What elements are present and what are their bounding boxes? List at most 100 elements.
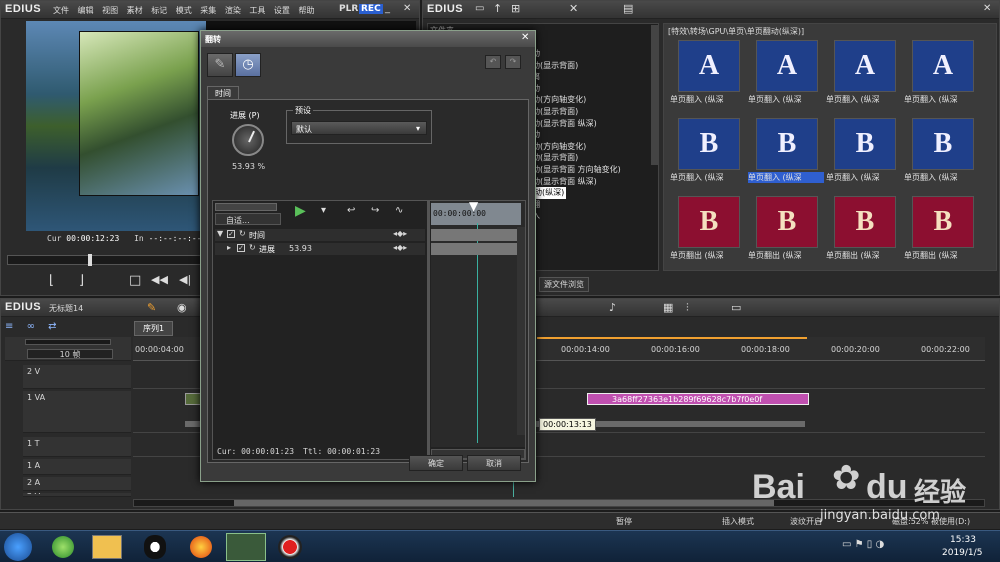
effect-thumbnail[interactable]: B (756, 118, 818, 170)
add-clip-icon[interactable]: ⊞ (511, 2, 520, 15)
camera-icon[interactable]: ◉ (177, 301, 187, 314)
zoom-slider[interactable] (25, 339, 111, 345)
track-2a[interactable]: 2 A (23, 477, 131, 491)
tree-item[interactable]: 动(显示背面 方向轴变化) (532, 164, 621, 176)
folder-icon[interactable]: ▭ (475, 3, 484, 14)
effect-label[interactable]: 单页翻入 (纵深 (904, 172, 980, 183)
qq-icon[interactable] (144, 535, 166, 559)
track-1a[interactable]: 1 A (23, 459, 131, 475)
kf-zoom-slider[interactable] (215, 203, 277, 211)
mic-icon[interactable]: ♪ (609, 301, 616, 314)
kf-v-scrollbar[interactable] (517, 227, 525, 435)
sequence-tab[interactable]: 序列1 (134, 321, 174, 336)
dialog-close-icon[interactable]: ✕ (521, 32, 529, 43)
tree-item[interactable]: 入 (532, 210, 621, 222)
menu-edit[interactable]: 编辑 (78, 6, 94, 15)
tree-item[interactable]: 动 (532, 83, 621, 95)
source-browser-tab[interactable]: 源文件浏览 (539, 277, 589, 292)
kf-track-1[interactable] (431, 229, 521, 241)
stop-icon[interactable]: □ (129, 273, 141, 288)
effect-thumbnail[interactable]: A (678, 40, 740, 92)
explorer-icon[interactable] (92, 535, 122, 559)
close-icon[interactable]: ✕ (403, 3, 411, 14)
step-back-icon[interactable]: ◀| (179, 273, 191, 286)
effect-thumbnail[interactable]: A (912, 40, 974, 92)
effect-label[interactable]: 单页翻入 (纵深 (748, 94, 824, 105)
effect-label[interactable]: 单页翻入 (纵深 (904, 94, 980, 105)
zoom-select[interactable]: 10 帧 (27, 349, 113, 359)
menu-clip[interactable]: 素材 (127, 6, 143, 15)
effect-label[interactable]: 单页翻入 (纵深 (670, 94, 746, 105)
tree-item[interactable]: 动(方向轴变化) (532, 94, 621, 106)
mode-plr-button[interactable]: PLR (339, 4, 358, 14)
menu-view[interactable]: 视图 (102, 6, 118, 15)
menu-mode[interactable]: 模式 (176, 6, 192, 15)
timeline-tool-icon[interactable]: ✎ (147, 301, 156, 314)
rewind-icon[interactable]: ◀◀ (151, 273, 168, 286)
tree-item[interactable]: 离 (532, 71, 621, 83)
h-scroll-thumb[interactable] (234, 500, 774, 506)
effect-thumbnail[interactable]: B (834, 196, 896, 248)
set-out-icon[interactable]: ⌋ (79, 273, 84, 288)
kf-cursor-marker[interactable]: ▼ (469, 199, 478, 213)
menu-settings[interactable]: 设置 (274, 6, 290, 15)
menu-render[interactable]: 渲染 (225, 6, 241, 15)
clip-1va[interactable]: 3a68ff27363e1b289f69628c7b7f0e0f (587, 393, 809, 405)
sync-icon[interactable]: ⇄ (48, 321, 56, 332)
expand-icon[interactable]: ▼ (217, 229, 223, 238)
tree-item[interactable]: 翻 (532, 199, 621, 211)
kf-track-2[interactable] (431, 243, 521, 255)
audio-mixer-icon[interactable]: ⫶ (686, 301, 689, 315)
effect-thumbnail[interactable]: B (912, 118, 974, 170)
set-in-icon[interactable]: ⌊ (49, 273, 54, 288)
link-icon[interactable]: ∞ (27, 321, 35, 332)
effect-thumbnail[interactable]: B (678, 196, 740, 248)
kf-nav-icons[interactable]: ◂◆▸ (393, 229, 407, 238)
effect-thumbnail[interactable]: B (756, 196, 818, 248)
tree-item[interactable]: 动(方向轴变化) (532, 141, 621, 153)
effect-thumbnail[interactable]: B (678, 118, 740, 170)
track-1t[interactable]: 1 T (23, 437, 131, 457)
progress-knob[interactable] (232, 124, 264, 156)
effect-label[interactable]: 单页翻入 (纵深 (670, 172, 746, 183)
play-icon[interactable]: ▶ (295, 203, 306, 219)
effect-label[interactable]: 单页翻入 (纵深 (826, 94, 902, 105)
start-button[interactable] (4, 533, 32, 561)
tree-item[interactable]: 动(显示背面 纵深) (532, 176, 621, 188)
window-icon[interactable]: ▭ (731, 301, 741, 314)
add-keyframe-icon[interactable]: ▾ (321, 205, 326, 216)
kf-nav-icons[interactable]: ◂◆▸ (393, 243, 407, 252)
effect-label[interactable]: 单页翻出 (纵深 (748, 250, 824, 261)
menu-help[interactable]: 帮助 (298, 6, 314, 15)
firefox-icon[interactable] (190, 536, 212, 558)
effect-thumbnail[interactable]: A (756, 40, 818, 92)
prev-keyframe-icon[interactable]: ↩ (347, 205, 355, 216)
effect-thumbnail[interactable]: B (834, 118, 896, 170)
layout-icon[interactable]: ▦ (663, 301, 673, 314)
stopwatch-icon[interactable]: ◷ (235, 53, 261, 77)
redo-icon[interactable]: ↷ (505, 55, 521, 69)
mode-rec-button[interactable]: REC (359, 4, 383, 14)
tree-item[interactable]: 动(显示背面) (532, 152, 621, 164)
ok-button[interactable]: 确定 (409, 455, 463, 471)
curve-icon[interactable]: ∿ (395, 205, 403, 216)
next-keyframe-icon[interactable]: ↪ (371, 205, 379, 216)
recorder-icon[interactable] (278, 535, 302, 559)
effect-label[interactable]: 单页翻入 (纵深 (826, 172, 902, 183)
kf-row-time[interactable]: ▼ ✓ ↻ 时间 ◂◆▸ (215, 229, 425, 241)
effect-label[interactable]: 单页翻入 (纵深 (748, 172, 824, 183)
browser-360-icon[interactable] (52, 536, 74, 558)
track-tool-icon[interactable]: ≡ (5, 321, 13, 332)
tree-item[interactable]: 动 (532, 48, 621, 60)
menu-marker[interactable]: 标记 (151, 6, 167, 15)
undo-icon[interactable]: ↶ (485, 55, 501, 69)
edius-taskbar-icon[interactable] (226, 533, 266, 561)
tree-item[interactable]: 动 (532, 129, 621, 141)
effect-label[interactable]: 单页翻出 (纵深 (904, 250, 980, 261)
palette-icon[interactable]: ✎ (207, 53, 233, 77)
cut-icon[interactable]: ✕ (569, 2, 578, 15)
menu-capture[interactable]: 采集 (200, 6, 216, 15)
expand-icon[interactable]: ▸ (227, 243, 231, 252)
properties-icon[interactable]: ▤ (623, 2, 633, 15)
checkbox-time[interactable]: ✓ (227, 230, 235, 238)
